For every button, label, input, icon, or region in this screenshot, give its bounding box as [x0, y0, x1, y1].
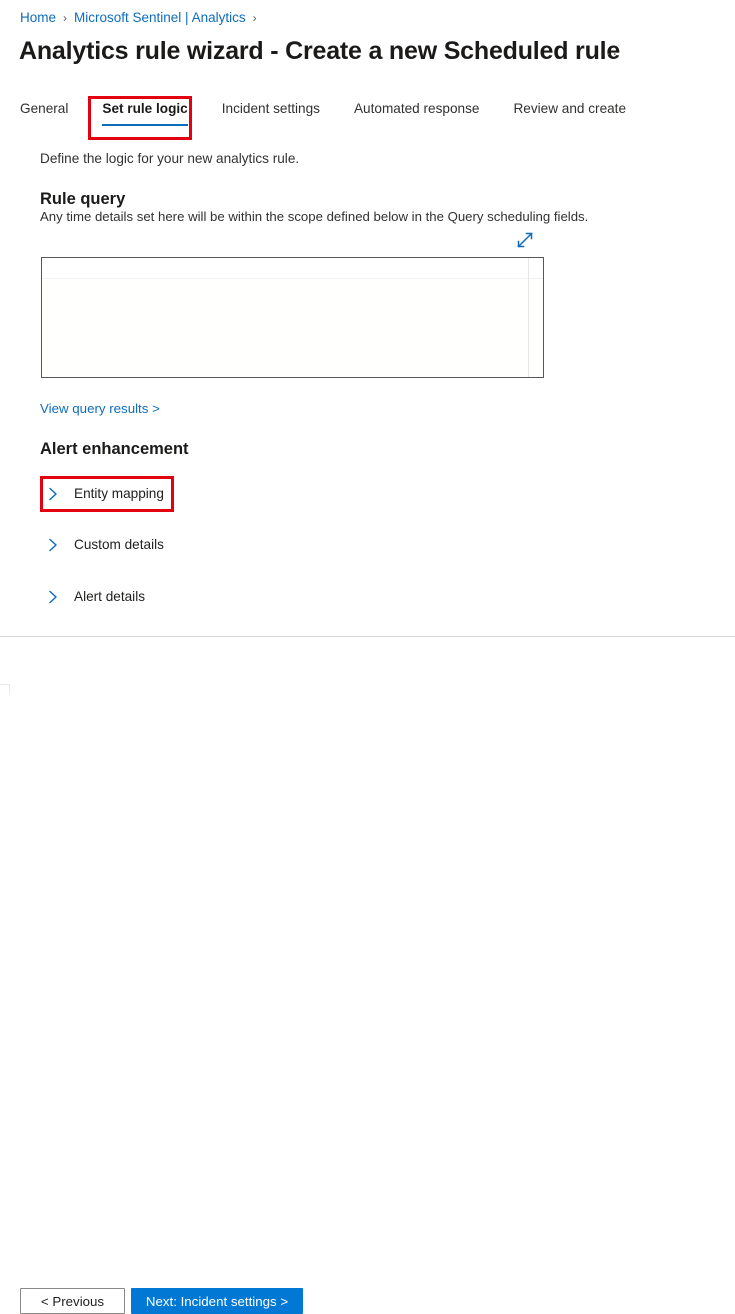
query-editor-scrollbar[interactable]: [529, 258, 543, 377]
rule-query-editor[interactable]: [41, 257, 544, 378]
page-title: Analytics rule wizard - Create a new Sch…: [19, 37, 621, 65]
tab-set-rule-logic-label: Set rule logic: [102, 101, 188, 116]
wizard-intro-text: Define the logic for your new analytics …: [40, 151, 300, 166]
query-editor-header-row: [42, 258, 543, 279]
breadcrumb-item-home[interactable]: Home: [20, 9, 56, 27]
tab-general-label: General: [20, 101, 69, 116]
collapsible-entity-mapping[interactable]: Entity mapping: [44, 480, 164, 508]
wizard-tab-bar: General Set rule logic Incident settings…: [20, 98, 660, 132]
wizard-footer: < Previous Next: Incident settings >: [0, 637, 735, 1314]
tab-automated-response[interactable]: Automated response: [354, 98, 479, 128]
view-query-results-link[interactable]: View query results >: [40, 400, 160, 418]
breadcrumb: Home › Microsoft Sentinel | Analytics ›: [20, 9, 264, 27]
chevron-right-icon: [49, 538, 57, 552]
chevron-right-icon: [49, 590, 57, 604]
tab-automated-response-label: Automated response: [353, 101, 480, 116]
rule-query-subtext: Any time details set here will be within…: [40, 209, 589, 224]
tab-general[interactable]: General: [20, 98, 68, 128]
next-incident-settings-button[interactable]: Next: Incident settings >: [131, 1288, 303, 1314]
breadcrumb-separator-icon-2: ›: [252, 11, 257, 25]
alert-enhancement-heading: Alert enhancement: [40, 440, 189, 458]
collapsible-custom-details[interactable]: Custom details: [44, 531, 164, 559]
breadcrumb-item-microsoft-sentinel-analytics[interactable]: Microsoft Sentinel | Analytics: [74, 9, 246, 27]
custom-details-label: Custom details: [74, 537, 164, 552]
rule-query-heading: Rule query: [40, 190, 126, 208]
tab-incident-settings-label: Incident settings: [221, 101, 320, 116]
collapsible-alert-details[interactable]: Alert details: [44, 583, 145, 611]
query-editor-text[interactable]: [46, 280, 527, 375]
alert-details-label: Alert details: [74, 589, 146, 604]
tab-review-and-create-label: Review and create: [513, 101, 627, 116]
expand-diagonal-icon[interactable]: [514, 229, 536, 251]
previous-button[interactable]: < Previous: [20, 1288, 125, 1314]
entity-mapping-label: Entity mapping: [74, 486, 164, 501]
tab-review-and-create[interactable]: Review and create: [513, 98, 626, 128]
chevron-right-icon: [49, 487, 57, 501]
tab-incident-settings[interactable]: Incident settings: [222, 98, 320, 128]
breadcrumb-separator-icon: ›: [63, 11, 68, 25]
more-options-icon[interactable]: ···: [598, 42, 620, 64]
tab-set-rule-logic[interactable]: Set rule logic: [102, 98, 189, 128]
